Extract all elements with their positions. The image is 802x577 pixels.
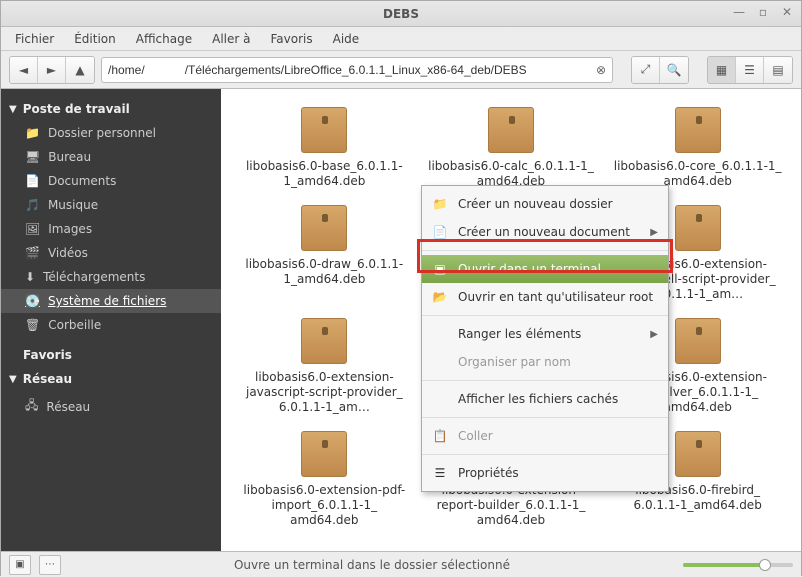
menu-separator	[422, 380, 668, 381]
sidebar-item-music[interactable]: 🎵Musique	[1, 193, 221, 217]
status-text: Ouvre un terminal dans le dossier sélect…	[69, 558, 675, 572]
package-icon	[301, 107, 347, 153]
maximize-icon[interactable]: ▫	[755, 4, 771, 20]
downloads-icon: ⬇	[25, 270, 35, 284]
view-icons-button[interactable]: ▦	[708, 57, 736, 83]
up-button[interactable]: ▲	[66, 57, 94, 83]
file-label: libobasis6.0-​draw_​6.0.1.1-​1_​amd64.de…	[239, 257, 409, 287]
back-button[interactable]: ◄	[10, 57, 38, 83]
sidebar-item-images[interactable]: 🖼Images	[1, 217, 221, 241]
clear-path-icon[interactable]: ⊗	[596, 63, 606, 77]
file-item[interactable]: libobasis6.0-​base_​6.0.1.1-​1_​amd64.de…	[235, 103, 414, 193]
cm-new-folder[interactable]: 📁 Créer un nouveau dossier	[422, 190, 668, 218]
cm-properties[interactable]: ☰ Propriétés	[422, 459, 668, 487]
package-icon	[301, 431, 347, 477]
path-input-container[interactable]: ⊗	[101, 57, 613, 83]
cm-open-terminal[interactable]: ▣ Ouvrir dans un terminal	[422, 255, 668, 283]
toggle-path-button[interactable]: ⤢	[632, 57, 660, 83]
file-label: libobasis6.0-​base_​6.0.1.1-​1_​amd64.de…	[239, 159, 409, 189]
trash-icon: 🗑	[25, 318, 40, 332]
menu-view[interactable]: Affichage	[128, 29, 200, 49]
terminal-icon: ▣	[432, 262, 448, 276]
titlebar: DEBS — ▫ ✕	[1, 1, 801, 27]
images-icon: 🖼	[25, 222, 40, 236]
zoom-slider[interactable]	[683, 563, 793, 567]
file-item[interactable]: libobasis6.0-​extension-​pdf-​import_​6.…	[235, 427, 414, 532]
root-folder-icon: 📂	[432, 290, 448, 304]
minimize-icon[interactable]: —	[731, 4, 747, 20]
file-item[interactable]: libobasis6.0-​core_​6.0.1.1-​1_​amd64.de…	[608, 103, 787, 193]
file-browser-content[interactable]: libobasis6.0-​base_​6.0.1.1-​1_​amd64.de…	[221, 89, 801, 551]
sidebar-item-downloads[interactable]: ⬇Téléchargements	[1, 265, 221, 289]
sidebar: ▼ Poste de travail 📁Dossier personnel 🖥B…	[1, 89, 221, 551]
view-compact-button[interactable]: ▤	[764, 57, 792, 83]
package-icon	[301, 205, 347, 251]
chevron-down-icon: ▼	[9, 104, 17, 115]
videos-icon: 🎬	[25, 246, 40, 260]
context-menu: 📁 Créer un nouveau dossier 📄 Créer un no…	[421, 185, 669, 492]
home-folder-icon: 📁	[25, 126, 40, 140]
file-item[interactable]: libobasis6.0-​extension-​javascript-​scr…	[235, 314, 414, 419]
package-icon	[675, 107, 721, 153]
file-item[interactable]: libobasis6.0-​calc_​6.0.1.1-​1_​amd64.de…	[422, 103, 601, 193]
menu-separator	[422, 315, 668, 316]
sidebar-section-network[interactable]: ▼ Réseau	[1, 367, 221, 391]
status-left-button-1[interactable]: ▣	[9, 555, 31, 575]
toolbar: ◄ ► ▲ ⊗ ⤢ 🔍 ▦ ☰ ▤	[1, 51, 801, 89]
cm-organize: Organiser par nom	[422, 348, 668, 376]
network-icon: 🖧	[25, 396, 38, 417]
package-icon	[675, 318, 721, 364]
status-left-button-2[interactable]: ⋯	[39, 555, 61, 575]
documents-icon: 📄	[25, 174, 40, 188]
sidebar-item-desktop[interactable]: 🖥Bureau	[1, 145, 221, 169]
sidebar-item-filesystem[interactable]: 💽Système de fichiers	[1, 289, 221, 313]
chevron-right-icon: ▶	[650, 329, 658, 340]
menu-edit[interactable]: Édition	[66, 29, 124, 49]
search-button[interactable]: 🔍	[660, 57, 688, 83]
music-icon: 🎵	[25, 198, 40, 212]
statusbar: ▣ ⋯ Ouvre un terminal dans le dossier sé…	[1, 551, 801, 577]
cm-arrange[interactable]: Ranger les éléments ▶	[422, 320, 668, 348]
menubar: Fichier Édition Affichage Aller à Favori…	[1, 27, 801, 51]
menu-separator	[422, 454, 668, 455]
cm-show-hidden[interactable]: Afficher les fichiers cachés	[422, 385, 668, 413]
file-item[interactable]: libobasis6.0-​draw_​6.0.1.1-​1_​amd64.de…	[235, 201, 414, 306]
sidebar-item-documents[interactable]: 📄Documents	[1, 169, 221, 193]
menu-separator	[422, 417, 668, 418]
package-icon	[301, 318, 347, 364]
close-icon[interactable]: ✕	[779, 4, 795, 20]
drive-icon: 💽	[25, 294, 40, 308]
cm-open-root[interactable]: 📂 Ouvrir en tant qu'utilisateur root	[422, 283, 668, 311]
menu-bookmarks[interactable]: Favoris	[263, 29, 321, 49]
sidebar-item-network[interactable]: 🖧Réseau	[1, 391, 221, 422]
menu-file[interactable]: Fichier	[7, 29, 62, 49]
sidebar-item-trash[interactable]: 🗑Corbeille	[1, 313, 221, 337]
sidebar-item-home[interactable]: 📁Dossier personnel	[1, 121, 221, 145]
desktop-icon: 🖥	[25, 150, 40, 164]
view-list-button[interactable]: ☰	[736, 57, 764, 83]
paste-icon: 📋	[432, 429, 448, 443]
path-input[interactable]	[108, 63, 590, 77]
menu-help[interactable]: Aide	[325, 29, 368, 49]
chevron-down-icon: ▼	[9, 374, 17, 385]
document-plus-icon: 📄	[432, 225, 448, 239]
sidebar-section-favorites[interactable]: Favoris	[1, 343, 221, 367]
cm-new-document[interactable]: 📄 Créer un nouveau document ▶	[422, 218, 668, 246]
chevron-right-icon: ▶	[650, 227, 658, 238]
sidebar-section-computer[interactable]: ▼ Poste de travail	[1, 97, 221, 121]
package-icon	[675, 205, 721, 251]
folder-plus-icon: 📁	[432, 197, 448, 211]
sidebar-item-videos[interactable]: 🎬Vidéos	[1, 241, 221, 265]
properties-icon: ☰	[432, 466, 448, 480]
package-icon	[675, 431, 721, 477]
menu-go[interactable]: Aller à	[204, 29, 258, 49]
window-title: DEBS	[1, 7, 801, 21]
menu-separator	[422, 250, 668, 251]
forward-button[interactable]: ►	[38, 57, 66, 83]
cm-paste: 📋 Coller	[422, 422, 668, 450]
file-label: libobasis6.0-​extension-​javascript-​scr…	[239, 370, 409, 415]
file-label: libobasis6.0-​extension-​pdf-​import_​6.…	[239, 483, 409, 528]
package-icon	[488, 107, 534, 153]
